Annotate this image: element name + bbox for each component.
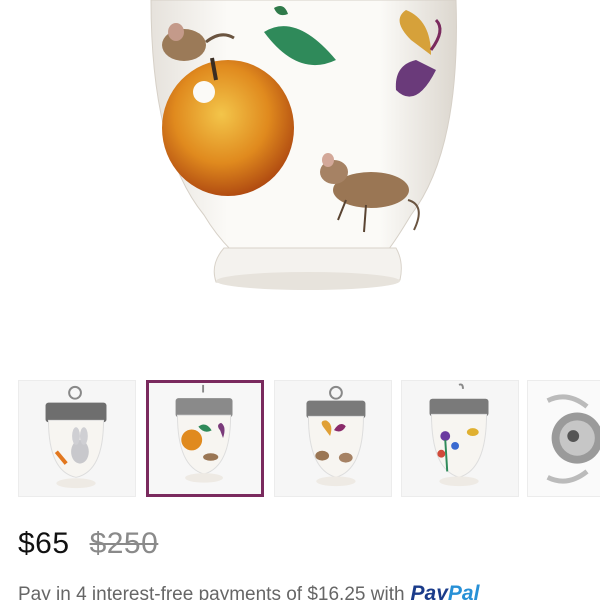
original-price: $250: [89, 527, 159, 560]
current-price: $65: [18, 527, 70, 560]
installment-offer: Pay in 4 interest-free payments of $16.2…: [18, 582, 479, 600]
price-row: $65 $250: [18, 527, 158, 567]
product-main-image[interactable]: [16, 0, 584, 372]
thumbnail-1[interactable]: [18, 380, 136, 497]
installment-text: Pay in 4 interest-free payments of $16.2…: [18, 584, 405, 600]
thumbnail-5[interactable]: [527, 380, 600, 497]
paypal-logo[interactable]: PayPal: [411, 582, 480, 600]
thumbnail-4[interactable]: [401, 380, 519, 497]
thumbnail-strip: [0, 377, 600, 500]
thumbnail-3[interactable]: [274, 380, 392, 497]
thumbnail-2[interactable]: [146, 380, 264, 497]
